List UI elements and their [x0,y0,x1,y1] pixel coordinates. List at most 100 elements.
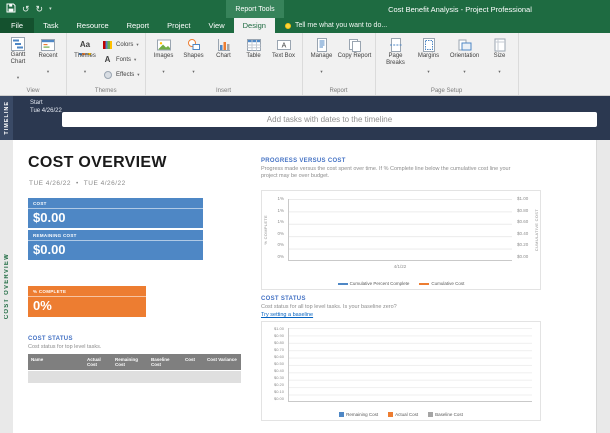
cost-status-table[interactable]: Name Actual Cost Remaining Cost Baseline… [28,354,241,383]
timeline-side-label: TIMELINE [4,101,10,135]
undo-icon[interactable]: ↺ [22,5,30,14]
timeline-side-strip: TIMELINE [0,96,13,140]
column-header-cost-variance: Cost Variance [204,354,241,370]
tab-view[interactable]: View [199,18,233,33]
kpi-cost-value: $0.00 [28,209,203,224]
progress-versus-cost-description: Progress made versus the cost spent over… [261,166,513,180]
chart-label: Chart [216,53,231,60]
margins-button[interactable]: Margins [413,35,445,83]
images-button[interactable]: Images [149,35,179,83]
table-button[interactable]: Table [239,35,269,83]
table-label: Table [246,53,260,60]
themes-button[interactable]: Themes [70,35,100,83]
tab-project[interactable]: Project [158,18,199,33]
orientation-button[interactable]: Orientation [445,35,485,83]
images-icon [156,37,172,52]
manage-label: Manage [311,53,333,60]
chart-legend: Cumulative Percent Complete Cumulative C… [262,281,540,286]
manage-icon [314,37,330,52]
progress-versus-cost-chart[interactable]: % COMPLETE CUMULATIVE COST 1%1%1%0%0%0% … [261,190,541,290]
legend-label-actual-cost: Actual Cost [395,412,418,417]
column-header-actual-cost: Actual Cost [84,354,112,370]
kpi-percent-complete-label: % COMPLETE [28,286,146,297]
tab-report[interactable]: Report [118,18,159,33]
lightbulb-icon [285,23,291,29]
tab-resource[interactable]: Resource [68,18,118,33]
cost-status-description: Cost status for all top level tasks. Is … [261,304,513,311]
kpi-cost-box[interactable]: COST $0.00 [28,198,203,228]
legend-label-remaining-cost: Remaining Cost [346,412,378,417]
copy-report-label: Copy Report [338,53,372,60]
dropdown-caret-icon [162,61,164,77]
recent-button[interactable]: Recent [33,35,63,83]
tell-me-box[interactable]: Tell me what you want to do... [275,18,387,33]
text-box-label: Text Box [272,53,295,60]
dropdown-caret-icon [427,61,429,77]
kpi-cost-label: COST [28,198,203,209]
timeline-start-date: Tue 4/26/22 [30,107,62,115]
effects-icon [102,70,113,80]
themes-label: Themes [74,53,96,60]
dropdown-caret-icon [136,42,138,48]
report-canvas[interactable]: COST OVERVIEW TUE 4/26/22 • TUE 4/26/22 … [13,140,597,433]
shapes-button[interactable]: Shapes [179,35,209,83]
group-label-view: View [0,88,66,94]
recent-icon [40,37,56,52]
chart-button[interactable]: Chart [209,35,239,83]
title-bar: ↺ ↻ ▾ Report Tools Cost Benefit Analysis… [0,0,610,18]
group-label-report: Report [303,88,375,94]
colors-button[interactable]: Colors [100,38,142,51]
redo-icon[interactable]: ↻ [36,5,44,14]
gantt-chart-button[interactable]: Gantt Chart [3,35,33,83]
effects-button[interactable]: Effects [100,68,142,81]
ribbon-group-insert: Images Shapes Chart Table A Text Box Ins… [146,33,303,95]
margins-label: Margins [418,53,439,60]
cost-status-chart[interactable]: $1.00$0.90$0.80$0.70$0.60$0.50$0.40$0.30… [261,321,541,421]
gantt-chart-label: Gantt Chart [3,52,33,66]
page-breaks-label: Page Breaks [379,53,413,67]
set-baseline-link[interactable]: Try setting a baseline [261,312,313,318]
progress-versus-cost-heading: PROGRESS VERSUS COST [261,158,346,164]
project-professional-window: ↺ ↻ ▾ Report Tools Cost Benefit Analysis… [0,0,610,433]
size-button[interactable]: Size [485,35,515,83]
legend-swatch-cumulative-cost [419,283,429,285]
qat-customize-icon[interactable]: ▾ [49,6,52,12]
save-icon[interactable] [6,0,16,18]
table-icon [246,37,262,52]
gantt-chart-icon [10,37,26,51]
table-header-row: Name Actual Cost Remaining Cost Baseline… [28,354,241,370]
date-separator: • [76,180,79,187]
right-axis-ticks: $1.00$0.80$0.60$0.40$0.20$0.00 [517,197,533,259]
page-breaks-button[interactable]: Page Breaks [379,35,413,83]
copy-report-icon [347,37,363,52]
cost-status-table-description: Cost status for top level tasks. [28,344,238,351]
tab-task[interactable]: Task [34,18,67,33]
margins-icon [421,37,437,52]
dropdown-caret-icon [463,61,465,77]
dropdown-caret-icon [192,61,194,77]
column-header-baseline-cost: Baseline Cost [148,354,182,370]
svg-text:A: A [281,42,286,49]
tab-design[interactable]: Design [234,18,275,33]
recent-label: Recent [38,53,57,60]
timeline-placeholder: Add tasks with dates to the timeline [267,115,392,124]
orientation-label: Orientation [450,53,479,60]
manage-button[interactable]: Manage [306,35,338,83]
timeline-start-label: Start [30,99,62,107]
tell-me-label: Tell me what you want to do... [295,22,387,29]
column-header-cost: Cost [182,354,204,370]
kpi-percent-complete-box[interactable]: % COMPLETE 0% [28,286,146,317]
colors-label: Colors [116,42,133,48]
kpi-remaining-cost-box[interactable]: REMAINING COST $0.00 [28,230,203,260]
copy-report-button[interactable]: Copy Report [338,35,372,83]
tab-file[interactable]: File [0,18,34,33]
text-box-button[interactable]: A Text Box [269,35,299,83]
dropdown-caret-icon [17,67,19,83]
timeline-bar[interactable]: Add tasks with dates to the timeline [62,112,597,127]
ribbon-group-page-setup: Page Breaks Margins Orientation Size Pag… [376,33,519,95]
fonts-button[interactable]: Fonts [100,53,142,66]
timeline-pane[interactable]: TIMELINE Start Tue 4/26/22 Add tasks wit… [0,96,610,140]
report-title[interactable]: COST OVERVIEW [28,154,167,172]
legend-label-cumulative-cost: Cumulative Cost [431,281,464,286]
plot-area [288,199,512,261]
